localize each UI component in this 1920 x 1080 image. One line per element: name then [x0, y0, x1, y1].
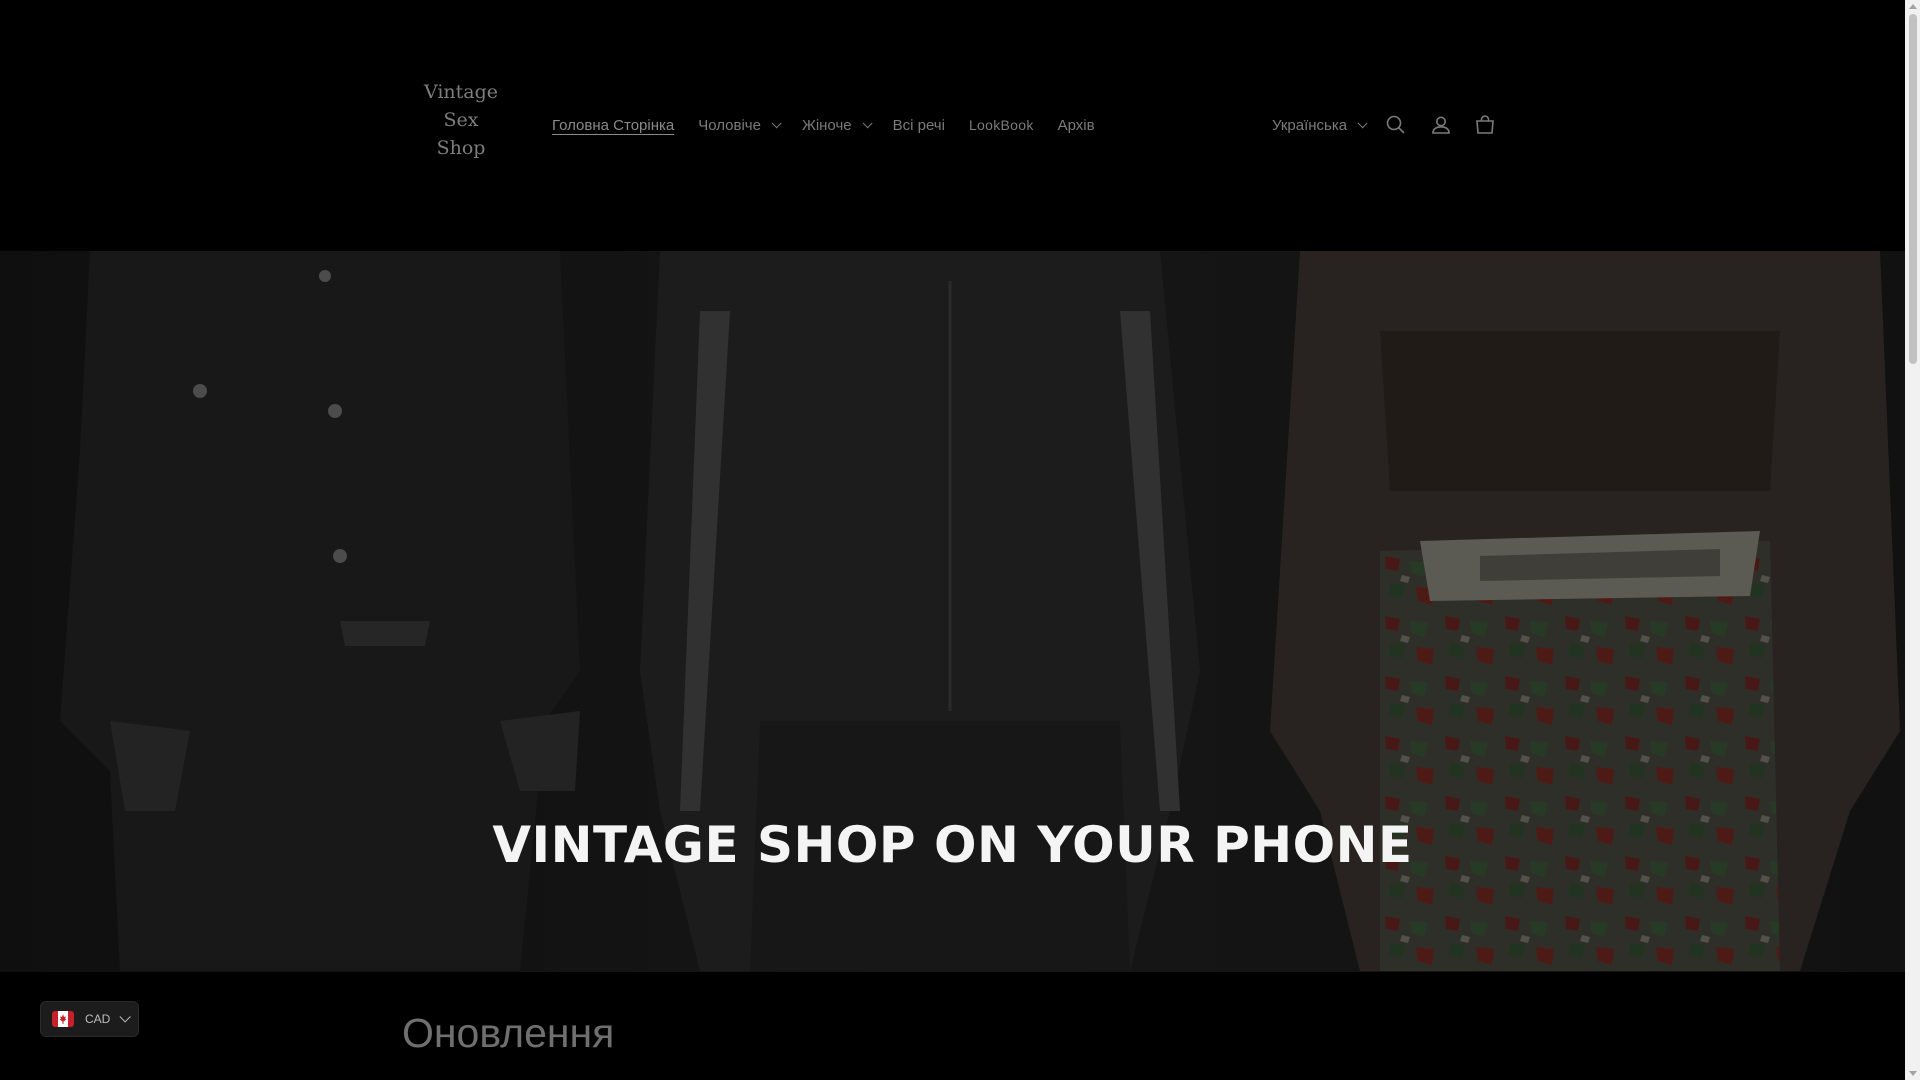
search-button[interactable] — [1383, 112, 1409, 138]
page-scrollbar[interactable] — [1905, 0, 1920, 1080]
cart-button[interactable] — [1472, 112, 1498, 138]
nav-item-men[interactable]: Чоловіче — [698, 116, 782, 134]
logo-line-2: Sex — [443, 109, 479, 131]
hero-title: VINTAGE SHOP ON YOUR PHONE — [492, 816, 1413, 874]
nav-item-women[interactable]: Жіноче — [801, 116, 873, 134]
chevron-down-icon — [771, 117, 782, 128]
chevron-down-icon — [1357, 117, 1368, 128]
nav-item-home[interactable]: Головна Сторінка — [552, 117, 674, 134]
nav-item-label: Всі речі — [892, 116, 945, 134]
hero-banner[interactable]: VINTAGE SHOP ON YOUR PHONE — [0, 251, 1905, 972]
scroll-up-icon[interactable] — [1909, 4, 1917, 9]
section-title: Оновлення — [402, 1010, 615, 1056]
account-icon — [1432, 116, 1450, 134]
nav-item-label: Жіноче — [801, 116, 852, 134]
site-logo[interactable]: Vintage Sex Shop — [420, 78, 502, 162]
cart-icon — [1476, 115, 1494, 134]
language-selector[interactable]: Українська — [1272, 112, 1368, 138]
search-icon — [1386, 115, 1405, 134]
scroll-down-icon[interactable] — [1909, 1071, 1917, 1076]
scrollbar-thumb[interactable] — [1909, 14, 1917, 364]
nav-item-label: Головна Сторінка — [552, 116, 675, 134]
chevron-down-icon — [119, 1011, 132, 1023]
nav-item-lookbook[interactable]: LookBook — [969, 117, 1034, 133]
site-header: Vintage Sex Shop Головна Сторінка Чолові… — [0, 0, 1905, 252]
nav-item-archive[interactable]: Архів — [1058, 117, 1095, 134]
nav-item-label: Архів — [1057, 116, 1095, 134]
nav-item-label: Чоловіче — [698, 116, 761, 134]
logo-line-1: Vintage — [423, 81, 499, 103]
nav-item-all-items[interactable]: Всі речі — [893, 117, 945, 134]
logo-line-3: Shop — [436, 137, 486, 159]
main-nav: Головна Сторінка Чоловіче Жіноче Всі реч… — [552, 112, 1119, 138]
currency-selector[interactable]: CAD — [40, 1001, 139, 1037]
chevron-down-icon — [862, 117, 873, 128]
canada-flag-icon — [52, 1011, 74, 1027]
language-label: Українська — [1272, 116, 1348, 134]
currency-code: CAD — [85, 1012, 111, 1026]
nav-item-label: LookBook — [968, 117, 1034, 133]
account-button[interactable] — [1428, 112, 1454, 138]
